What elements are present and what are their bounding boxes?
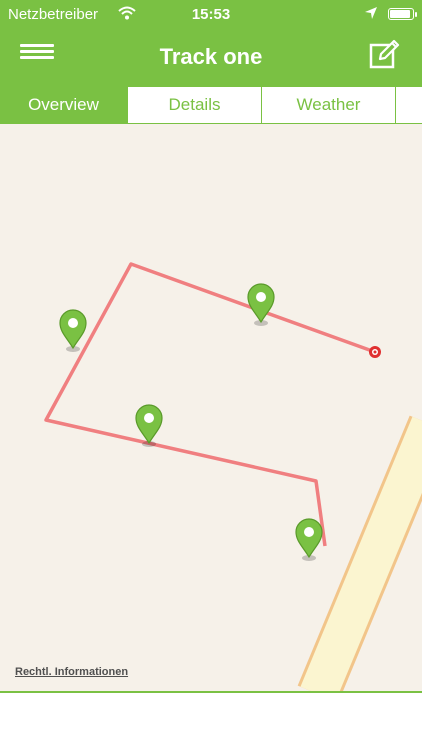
- edit-button[interactable]: [368, 38, 400, 70]
- road: [297, 415, 422, 691]
- tab-weather[interactable]: Weather: [262, 87, 396, 123]
- bottom-panel: [0, 691, 422, 750]
- legal-info-link[interactable]: Rechtl. Informationen: [15, 666, 128, 678]
- location-arrow-icon: [364, 6, 378, 24]
- status-bar: Netzbetreiber 15:53: [0, 0, 422, 30]
- tab-overview[interactable]: Overview: [0, 87, 128, 123]
- page-title: Track one: [159, 44, 263, 69]
- tab-bar: Overview Details Weather: [0, 86, 422, 124]
- battery-icon: [388, 8, 417, 20]
- map-canvas: [44, 262, 422, 691]
- end-point-marker[interactable]: [369, 346, 381, 358]
- battery-level: [390, 10, 410, 18]
- status-time: 15:53: [191, 6, 231, 23]
- edit-icon: [369, 39, 400, 69]
- route-line: [44, 262, 376, 547]
- tab-more[interactable]: [396, 87, 422, 123]
- tab-label: Overview: [28, 95, 99, 114]
- tab-details[interactable]: Details: [128, 87, 262, 123]
- app-header: Netzbetreiber 15:53 Track one: [0, 0, 422, 86]
- map-view[interactable]: Rechtl. Informationen: [0, 124, 422, 691]
- map-pin-icon[interactable]: [295, 518, 323, 561]
- map-pin-icon[interactable]: [59, 309, 87, 352]
- tab-label: Details: [168, 95, 221, 114]
- tab-label: Weather: [296, 95, 361, 114]
- map-pin-icon[interactable]: [247, 283, 275, 326]
